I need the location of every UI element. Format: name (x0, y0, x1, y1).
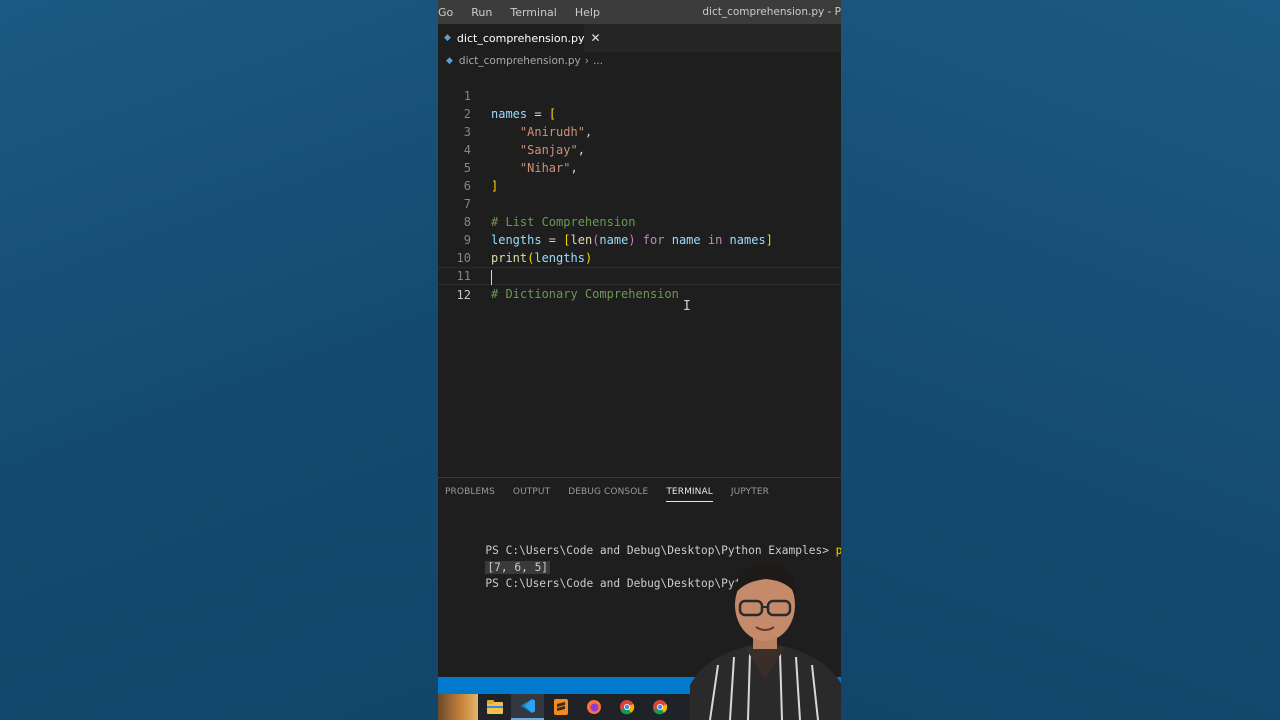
panel-tabs: PROBLEMS OUTPUT DEBUG CONSOLE TERMINAL J… (445, 487, 769, 502)
code-line[interactable]: 11 # Dictionary Comprehension (438, 249, 841, 301)
chrome-alt-icon[interactable] (643, 694, 676, 720)
code-line[interactable]: 3 "Sanjay", (438, 105, 841, 157)
tab-output[interactable]: OUTPUT (513, 487, 550, 502)
line-number: 12 (456, 288, 471, 302)
code-line[interactable]: 4 "Nihar", (438, 123, 841, 175)
menu-run[interactable]: Run (471, 6, 499, 19)
window-title: dict_comprehension.py - P (702, 6, 841, 18)
code-line[interactable]: 10 (438, 231, 841, 265)
tab-label: dict_comprehension.py (456, 31, 585, 45)
tab-debug-console[interactable]: DEBUG CONSOLE (568, 487, 648, 502)
menu-help[interactable]: Help (575, 6, 607, 19)
code-comment: # Dictionary Comprehension (491, 287, 679, 301)
desktop-background-left (0, 0, 438, 720)
start-button[interactable] (438, 694, 478, 720)
firefox-icon[interactable] (577, 694, 610, 720)
menu-terminal[interactable]: Terminal (510, 6, 564, 19)
vscode-icon[interactable] (511, 694, 544, 720)
editor-tabbar: ◆ dict_comprehension.py ✕ (438, 24, 841, 52)
file-explorer-icon[interactable] (478, 694, 511, 720)
code-line[interactable]: 9 print(lengths) (438, 213, 841, 265)
code-editor[interactable]: 1 names = [ 2 "Anirudh", 3 "Sanjay", 4 "… (438, 69, 841, 477)
chrome-icon[interactable] (610, 694, 643, 720)
code-line-current[interactable]: 12 (438, 267, 841, 302)
tab-problems[interactable]: PROBLEMS (445, 487, 495, 502)
close-icon[interactable]: ✕ (591, 31, 601, 45)
code-line[interactable]: 7 # List Comprehension (438, 177, 841, 229)
breadcrumb: ◆ dict_comprehension.py › ... (438, 52, 841, 70)
tab-terminal[interactable]: TERMINAL (666, 487, 713, 502)
breadcrumb-symbols[interactable]: ... (593, 55, 603, 67)
tab-dict-comprehension[interactable]: ◆ dict_comprehension.py ✕ (438, 24, 601, 52)
code-line[interactable]: 2 "Anirudh", (438, 87, 841, 139)
breadcrumb-file[interactable]: dict_comprehension.py (459, 55, 581, 67)
desktop-background-right (841, 0, 1280, 720)
breadcrumb-separator: › (584, 55, 589, 67)
python-file-icon: ◆ (446, 56, 453, 66)
code-line[interactable]: 1 names = [ (438, 69, 841, 121)
text-caret (491, 270, 492, 285)
python-file-icon: ◆ (444, 33, 451, 43)
menu-go[interactable]: Go (438, 6, 460, 19)
code-line[interactable]: 6 (438, 159, 841, 193)
sublime-icon[interactable] (544, 694, 577, 720)
code-line[interactable]: 5 ] (438, 141, 841, 193)
webcam-presenter-overlay (690, 555, 841, 720)
code-line[interactable]: 8 lengths = [len(name) for name in names… (438, 195, 841, 247)
mouse-ibeam-cursor-icon: I (683, 299, 691, 314)
tab-jupyter[interactable]: JUPYTER (731, 487, 769, 502)
menubar: Go Run Terminal Help dict_comprehension.… (438, 0, 841, 24)
